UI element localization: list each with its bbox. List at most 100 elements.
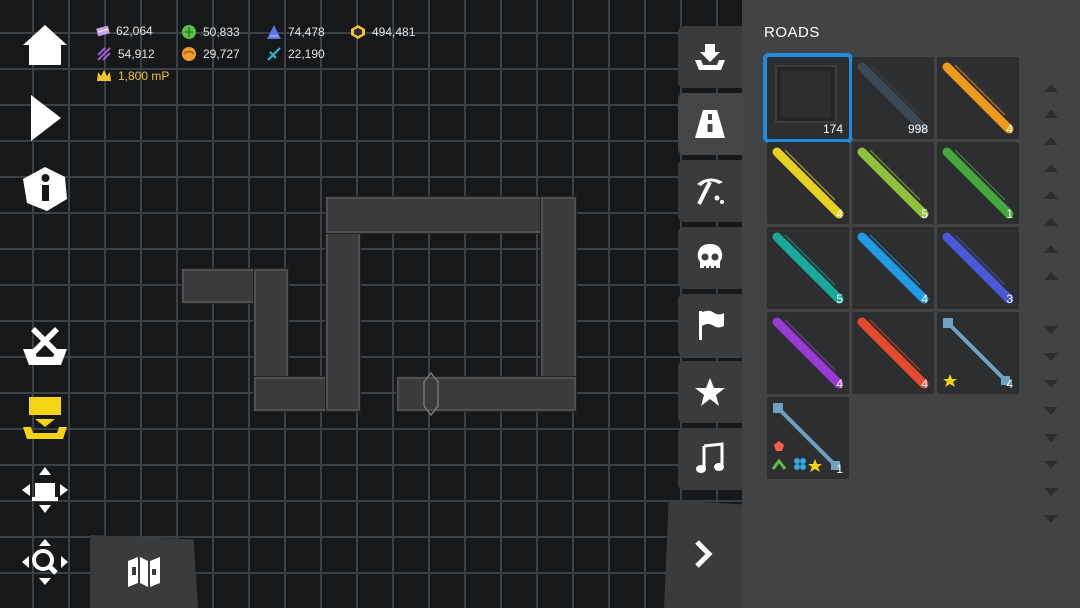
play-icon bbox=[31, 95, 61, 141]
road-icon bbox=[695, 110, 725, 138]
tile-count: 4 bbox=[836, 377, 843, 391]
resource-value: 54,912 bbox=[118, 47, 155, 61]
road-tile[interactable]: 174 bbox=[767, 57, 849, 139]
tile-count: 998 bbox=[907, 122, 928, 136]
move-button[interactable] bbox=[20, 464, 70, 516]
zoom-button[interactable] bbox=[20, 536, 70, 588]
scroll-up-arrow[interactable] bbox=[1044, 218, 1058, 226]
road-tile[interactable]: 4 bbox=[937, 57, 1019, 139]
road-tile[interactable]: 5 bbox=[852, 142, 934, 224]
road-tile[interactable]: 4 bbox=[767, 142, 849, 224]
star-icon bbox=[943, 374, 957, 387]
road-tile[interactable]: 4 bbox=[767, 312, 849, 394]
pickaxe-icon bbox=[697, 178, 724, 205]
category-music[interactable] bbox=[678, 428, 742, 490]
scroll-up-arrow[interactable] bbox=[1044, 137, 1058, 145]
category-enemies[interactable] bbox=[678, 227, 742, 289]
road-tile[interactable]: 1 bbox=[937, 142, 1019, 224]
tile-count: 4 bbox=[921, 292, 928, 306]
resource-value: 22,190 bbox=[288, 47, 325, 61]
category-mining[interactable] bbox=[678, 160, 742, 222]
road-tile[interactable]: 4 bbox=[937, 312, 1019, 394]
tile-count: 3 bbox=[1006, 292, 1013, 306]
map-button[interactable] bbox=[90, 535, 198, 608]
resource-green-orb: 50,833 bbox=[181, 24, 240, 40]
road-tile[interactable]: 4 bbox=[852, 227, 934, 309]
tile-count: 1 bbox=[1006, 207, 1013, 221]
resource-purple-stripes: 54,912 bbox=[96, 46, 155, 62]
tile-count: 4 bbox=[1006, 377, 1013, 391]
resource-blue-triangle: 74,478 bbox=[266, 24, 325, 40]
home-icon bbox=[23, 25, 67, 65]
category-flags[interactable] bbox=[678, 294, 742, 356]
tile-count: 5 bbox=[921, 207, 928, 221]
green-orb-icon bbox=[182, 25, 196, 39]
tile-count: 174 bbox=[822, 122, 843, 136]
purple-stripes-icon bbox=[97, 47, 111, 61]
scroll-up-arrow[interactable] bbox=[1044, 110, 1058, 118]
tile-count: 4 bbox=[1006, 122, 1013, 136]
scroll-up-arrow[interactable] bbox=[1044, 164, 1058, 172]
play-button[interactable] bbox=[24, 92, 66, 144]
category-favorites[interactable] bbox=[678, 361, 742, 423]
tile-count: 4 bbox=[921, 377, 928, 391]
scroll-down-arrow[interactable] bbox=[1044, 434, 1058, 442]
crown-value: 1,800 mP bbox=[118, 69, 170, 83]
resource-gold-coin: 494,481 bbox=[350, 24, 415, 40]
scroll-down-arrow[interactable] bbox=[1044, 407, 1058, 415]
scroll-down-arrow[interactable] bbox=[1044, 380, 1058, 388]
road-tile[interactable]: 4 bbox=[852, 312, 934, 394]
placement-cursor-icon bbox=[423, 372, 439, 416]
resource-value: 74,478 bbox=[288, 25, 325, 39]
scroll-up-arrow[interactable] bbox=[1044, 245, 1058, 253]
layer-button[interactable] bbox=[18, 392, 72, 444]
info-button[interactable] bbox=[20, 164, 70, 214]
road-segment[interactable] bbox=[326, 197, 576, 233]
scroll-down-arrow[interactable] bbox=[1044, 515, 1058, 523]
resource-value: 62,064 bbox=[116, 24, 153, 38]
expand-button[interactable] bbox=[664, 500, 742, 608]
resource-orange-orb: 29,727 bbox=[181, 46, 240, 62]
map-icon bbox=[128, 556, 160, 587]
layer-icon bbox=[23, 397, 67, 439]
blue-triangle-icon bbox=[267, 25, 281, 39]
road-tile[interactable]: 1 bbox=[767, 397, 849, 479]
clear-button[interactable] bbox=[18, 320, 72, 372]
skull-icon bbox=[697, 244, 723, 270]
scroll-down-arrow[interactable] bbox=[1044, 326, 1058, 334]
red-gem-icon bbox=[774, 441, 784, 451]
flag-icon bbox=[699, 310, 724, 340]
resource-value: 29,727 bbox=[203, 47, 240, 61]
category-roads[interactable] bbox=[678, 93, 742, 155]
cyan-crystal-icon bbox=[267, 47, 281, 61]
home-button[interactable] bbox=[20, 22, 70, 68]
scroll-down-arrow[interactable] bbox=[1044, 488, 1058, 496]
resource-value: 50,833 bbox=[203, 25, 240, 39]
crown-score: 1,800 mP bbox=[96, 69, 169, 83]
zoom-icon bbox=[22, 539, 68, 585]
panel-title: ROADS bbox=[764, 24, 820, 41]
road-tile[interactable]: 3 bbox=[937, 227, 1019, 309]
road-block-swatch bbox=[775, 65, 837, 123]
scroll-down-arrow[interactable] bbox=[1044, 461, 1058, 469]
tile-count: 4 bbox=[836, 207, 843, 221]
info-icon bbox=[23, 167, 67, 211]
resource-cyan-crystal: 22,190 bbox=[266, 46, 325, 62]
striped-gem-icon bbox=[96, 25, 110, 37]
chevron-right-icon bbox=[695, 540, 713, 568]
gold-coin-icon bbox=[351, 25, 365, 39]
tile-count: 1 bbox=[836, 462, 843, 476]
scroll-down-arrow[interactable] bbox=[1044, 353, 1058, 361]
category-download[interactable] bbox=[678, 26, 742, 88]
road-tile[interactable]: 5 bbox=[767, 227, 849, 309]
star-icon bbox=[695, 378, 725, 406]
road-tile[interactable]: 998 bbox=[852, 57, 934, 139]
blue-clover-icon bbox=[794, 458, 806, 470]
resource-striped-gem: 62,064 bbox=[96, 24, 153, 38]
download-icon bbox=[695, 44, 725, 70]
scroll-up-arrow[interactable] bbox=[1044, 84, 1058, 92]
scroll-up-arrow[interactable] bbox=[1044, 272, 1058, 280]
category-column bbox=[678, 26, 742, 492]
scroll-up-arrow[interactable] bbox=[1044, 191, 1058, 199]
move-icon bbox=[22, 467, 68, 513]
